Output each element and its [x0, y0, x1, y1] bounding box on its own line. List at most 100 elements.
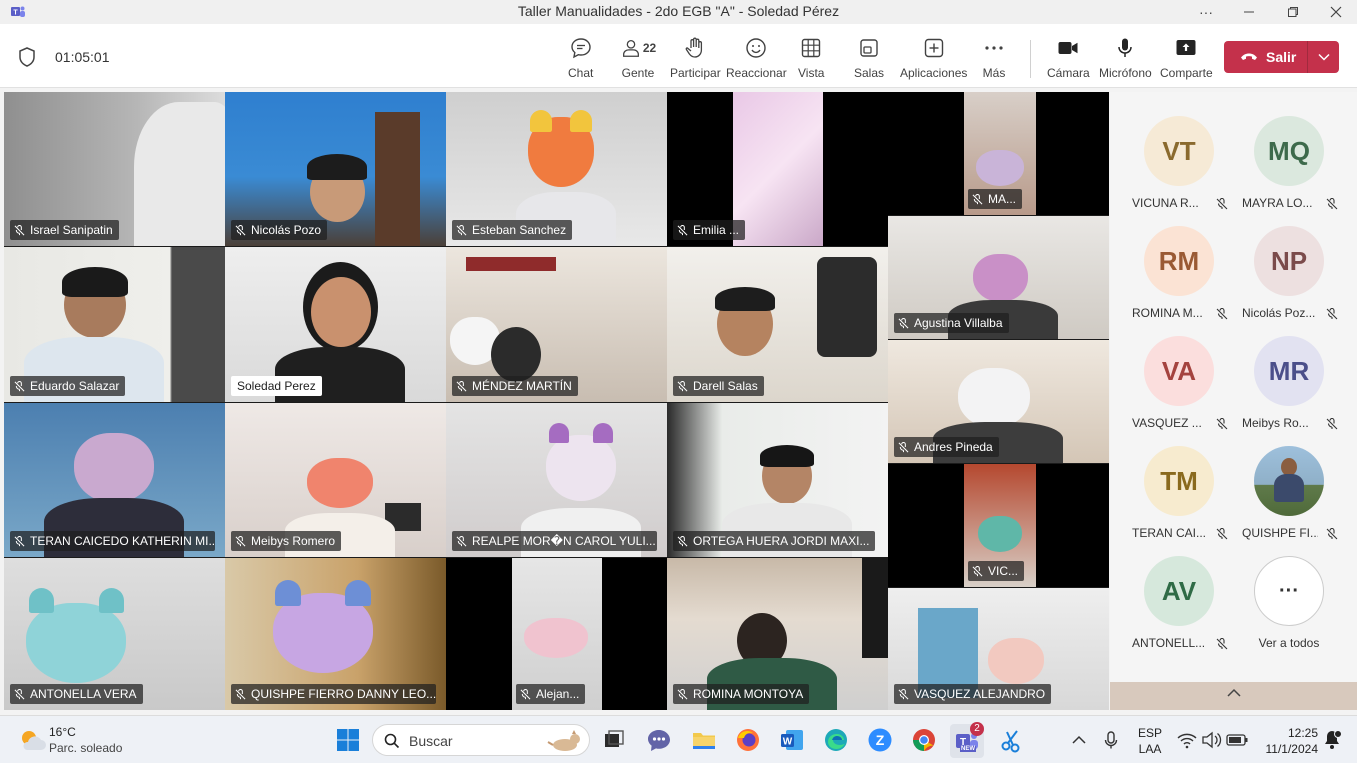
video-tile[interactable]: Nicolás Pozo — [225, 92, 446, 246]
roster-person[interactable]: TM TERAN CAI... — [1110, 446, 1228, 556]
leave-button[interactable]: Salir — [1224, 41, 1339, 73]
video-tile[interactable]: Emilia ... — [667, 92, 888, 246]
chat-button[interactable]: Chat — [568, 36, 593, 84]
participant-name: Israel Sanipatin — [10, 220, 119, 240]
mic-off-icon — [456, 224, 467, 235]
rooms-button[interactable]: Salas — [854, 36, 884, 84]
volume-icon[interactable] — [1200, 726, 1222, 754]
weather-widget[interactable]: 16°C Parc. soleado — [14, 724, 154, 758]
more-button[interactable]: Más — [982, 36, 1006, 84]
video-tile[interactable]: REALPE MOR�N CAROL YULI... — [446, 403, 667, 557]
participant-name: QUISHPE FIERRO DANNY LEO... — [231, 684, 436, 704]
react-label: Reaccionar — [726, 66, 787, 80]
minimize-icon[interactable] — [1227, 0, 1271, 24]
teams-chat-icon[interactable] — [645, 726, 673, 754]
chevron-up-icon[interactable] — [1226, 688, 1242, 698]
firefox-icon[interactable] — [734, 726, 762, 754]
self-view-strip[interactable] — [1110, 682, 1357, 710]
video-tile[interactable]: Alejan... — [446, 558, 667, 710]
grid-view-icon — [802, 38, 821, 58]
video-tile[interactable]: Andres Pineda — [888, 340, 1109, 463]
video-tile[interactable]: ANTONELLA VERA — [4, 558, 225, 710]
taskbar-search[interactable]: Buscar — [372, 724, 590, 756]
task-view-icon[interactable] — [600, 726, 628, 754]
avatar: VA — [1144, 336, 1214, 406]
windows-start-icon[interactable] — [334, 726, 362, 754]
apps-label: Aplicaciones — [900, 66, 968, 80]
word-icon[interactable]: W — [778, 726, 806, 754]
microphone-button[interactable]: Micrófono — [1099, 36, 1152, 84]
edge-icon[interactable] — [822, 726, 850, 754]
video-tile[interactable]: Esteban Sanchez — [446, 92, 667, 246]
close-icon[interactable] — [1314, 0, 1357, 24]
camera-button[interactable]: Cámara — [1047, 36, 1090, 84]
battery-icon[interactable] — [1224, 726, 1250, 754]
microphone-tray-icon[interactable] — [1098, 726, 1124, 754]
avatar: MQ — [1254, 116, 1324, 186]
system-clock[interactable]: 12:25 11/1/2024 — [1266, 725, 1319, 757]
video-tile[interactable]: Soledad Perez — [225, 247, 446, 402]
video-tile[interactable]: Eduardo Salazar — [4, 247, 225, 402]
video-tile[interactable]: ORTEGA HUERA JORDI MAXI... — [667, 403, 888, 557]
participant-name: Nicolás Pozo — [231, 220, 328, 240]
see-all-button[interactable]: ··· Ver a todos — [1220, 556, 1330, 666]
roster-name: VICUNA R... — [1132, 196, 1199, 210]
mic-off-icon — [1326, 308, 1338, 320]
input-language[interactable]: ESP LAA — [1130, 725, 1170, 757]
video-tile[interactable]: QUISHPE FIERRO DANNY LEO... — [225, 558, 446, 710]
avatar: MR — [1254, 336, 1324, 406]
video-tile[interactable]: MÉNDEZ MARTÍN — [446, 247, 667, 402]
chevron-up-icon[interactable] — [1066, 726, 1092, 754]
video-tile[interactable]: VIC... — [888, 464, 1109, 587]
video-tile[interactable]: Israel Sanipatin — [4, 92, 225, 246]
participant-name: Darell Salas — [673, 376, 764, 396]
leave-main[interactable]: Salir — [1224, 41, 1308, 73]
view-button[interactable]: Vista — [798, 36, 824, 84]
camera-label: Cámara — [1047, 66, 1090, 80]
roster-person[interactable]: NP Nicolás Poz... — [1220, 226, 1338, 336]
teams-taskbar-button[interactable]: T 2 NEW — [950, 722, 984, 758]
participant-roster: VT VICUNA R... MQ MAYRA LO... RM ROMINA … — [1110, 92, 1357, 682]
wifi-icon[interactable] — [1176, 726, 1198, 754]
people-button[interactable]: 22 Gente — [620, 36, 656, 84]
roster-person[interactable]: QUISHPE FI... — [1220, 446, 1338, 556]
roster-person[interactable]: VA VASQUEZ ... — [1110, 336, 1228, 446]
mic-off-icon — [677, 224, 688, 235]
video-tile[interactable]: Darell Salas — [667, 247, 888, 402]
zoom-icon[interactable]: Z — [866, 726, 894, 754]
file-explorer-icon[interactable] — [690, 726, 718, 754]
leave-options-chevron[interactable] — [1308, 53, 1339, 61]
share-button[interactable]: Comparte — [1160, 36, 1213, 84]
notifications-icon[interactable] — [1320, 726, 1344, 754]
video-tile[interactable]: Meibys Romero — [225, 403, 446, 557]
snipping-tool-icon[interactable] — [998, 726, 1026, 754]
toolbar-divider — [1030, 40, 1031, 78]
roster-person[interactable]: MR Meibys Ro... — [1220, 336, 1338, 446]
hang-up-icon — [1241, 53, 1257, 60]
mic-off-icon — [677, 688, 688, 699]
mic-off-icon — [14, 535, 25, 546]
roster-person[interactable]: VT VICUNA R... — [1110, 116, 1228, 226]
participant-name: MA... — [968, 189, 1023, 209]
participant-name: REALPE MOR�N CAROL YULI... — [452, 531, 657, 551]
participate-label: Participar — [670, 66, 721, 80]
participate-button[interactable]: Participar — [670, 36, 721, 84]
restore-icon[interactable] — [1271, 0, 1315, 24]
react-button[interactable]: Reaccionar — [726, 36, 787, 84]
clock-date: 11/1/2024 — [1265, 742, 1319, 756]
search-placeholder: Buscar — [409, 733, 453, 749]
video-tile[interactable]: VASQUEZ ALEJANDRO — [888, 588, 1109, 710]
more-options-icon[interactable]: ··· — [1184, 0, 1228, 24]
video-tile[interactable]: Agustina Villalba — [888, 216, 1109, 339]
chrome-icon[interactable] — [910, 726, 938, 754]
roster-person[interactable]: AV ANTONELL... — [1110, 556, 1228, 666]
weather-temp: 16°C — [49, 725, 76, 739]
mic-off-icon — [677, 380, 688, 391]
roster-person[interactable]: RM ROMINA M... — [1110, 226, 1228, 336]
video-tile[interactable]: TERAN CAICEDO KATHERIN MI... — [4, 403, 225, 557]
clock-time: 12:25 — [1287, 726, 1318, 740]
video-tile[interactable]: ROMINA MONTOYA — [667, 558, 888, 710]
video-tile[interactable]: MA... — [888, 92, 1109, 215]
roster-person[interactable]: MQ MAYRA LO... — [1220, 116, 1338, 226]
apps-button[interactable]: Aplicaciones — [900, 36, 967, 84]
